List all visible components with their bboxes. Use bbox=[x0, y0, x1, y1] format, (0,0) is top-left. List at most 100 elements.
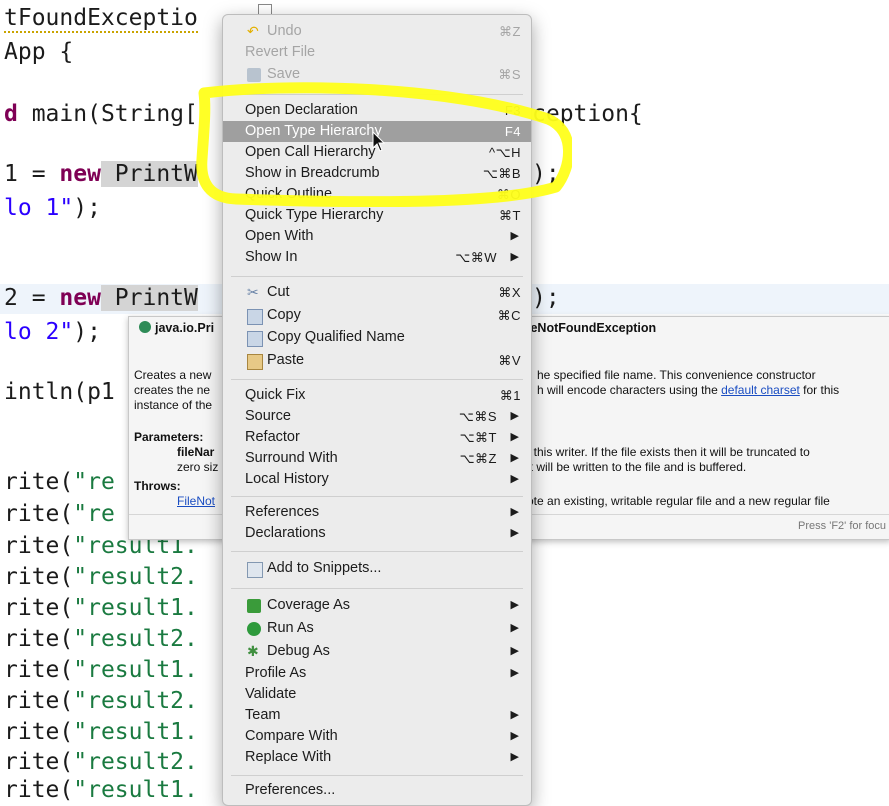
code-line: rite("result1. bbox=[4, 777, 198, 803]
focus-hint: Press 'F2' for focu bbox=[798, 520, 886, 532]
code-line: 2 = new PrintW bbox=[4, 285, 198, 311]
throws-desc-right: ote an existing, writable regular file a… bbox=[527, 494, 830, 508]
hover-desc: creates the ne bbox=[134, 383, 211, 397]
submenu-arrow-icon: ▶ bbox=[510, 473, 519, 485]
menu-item-open-with[interactable]: Open With ▶ bbox=[223, 226, 531, 247]
code-line-tail: ception{ bbox=[532, 101, 643, 127]
submenu-arrow-icon: ▶ bbox=[510, 410, 519, 422]
menu-item-preferences[interactable]: Preferences... bbox=[223, 780, 531, 801]
code-line: 1 = new PrintW bbox=[4, 161, 198, 187]
menu-item-cut[interactable]: ✂ Cut ⌘X bbox=[223, 282, 531, 303]
code-line: tFoundExceptio bbox=[4, 5, 198, 33]
submenu-arrow-icon: ▶ bbox=[510, 527, 519, 539]
copy-qualified-icon bbox=[247, 331, 263, 347]
menu-item-coverage-as[interactable]: Coverage As ▶ bbox=[223, 595, 531, 616]
menu-separator bbox=[231, 379, 523, 380]
param-desc: zero siz bbox=[177, 460, 219, 474]
menu-separator bbox=[231, 588, 523, 589]
mouse-cursor-icon bbox=[372, 131, 386, 152]
copy-icon bbox=[247, 309, 263, 325]
filenotfound-link[interactable]: FileNot bbox=[177, 494, 215, 508]
menu-item-run-as[interactable]: Run As ▶ bbox=[223, 618, 531, 639]
hover-desc: instance of the bbox=[134, 398, 213, 412]
code-line: rite("re bbox=[4, 501, 115, 527]
param-desc-right: it will be written to the file and is bu… bbox=[527, 460, 747, 474]
param-desc-right: f this writer. If the file exists then i… bbox=[527, 445, 810, 459]
code-line-tail: ); bbox=[532, 161, 560, 187]
submenu-arrow-icon: ▶ bbox=[510, 622, 519, 634]
code-line: rite("result1. bbox=[4, 719, 198, 745]
hover-desc: Creates a new bbox=[134, 368, 212, 382]
code-line: rite("result1. bbox=[4, 657, 198, 683]
menu-item-open-declaration[interactable]: Open Declaration F3 bbox=[223, 100, 531, 121]
menu-item-replace-with[interactable]: Replace With ▶ bbox=[223, 747, 531, 768]
submenu-arrow-icon: ▶ bbox=[510, 645, 519, 657]
code-line: rite("result2. bbox=[4, 564, 198, 590]
menu-item-team[interactable]: Team ▶ bbox=[223, 705, 531, 726]
submenu-arrow-icon: ▶ bbox=[510, 452, 519, 464]
submenu-arrow-icon: ▶ bbox=[510, 599, 519, 611]
params-label: Parameters: bbox=[134, 430, 204, 444]
submenu-arrow-icon: ▶ bbox=[510, 230, 519, 242]
constructor-icon bbox=[139, 321, 151, 333]
code-line: lo 2"); bbox=[4, 319, 101, 345]
submenu-arrow-icon: ▶ bbox=[510, 506, 519, 518]
code-line: rite("result2. bbox=[4, 749, 198, 775]
submenu-arrow-icon: ▶ bbox=[510, 667, 519, 679]
coverage-icon bbox=[247, 599, 261, 613]
menu-separator bbox=[231, 276, 523, 277]
menu-item-quick-type-hierarchy[interactable]: Quick Type Hierarchy ⌘T bbox=[223, 205, 531, 226]
menu-item-declarations[interactable]: Declarations ▶ bbox=[223, 523, 531, 544]
save-icon bbox=[247, 68, 261, 82]
menu-item-quick-outline[interactable]: Quick Outline ⌘O bbox=[223, 184, 531, 205]
menu-item-references[interactable]: References ▶ bbox=[223, 502, 531, 523]
snippet-icon bbox=[247, 562, 263, 578]
menu-item-add-to-snippets[interactable]: Add to Snippets... bbox=[223, 558, 531, 579]
scissors-icon: ✂ bbox=[247, 284, 259, 300]
menu-separator bbox=[231, 94, 523, 95]
submenu-arrow-icon: ▶ bbox=[510, 751, 519, 763]
submenu-arrow-icon: ▶ bbox=[510, 431, 519, 443]
menu-item-undo[interactable]: ↶ Undo ⌘Z bbox=[223, 21, 531, 42]
menu-item-copy[interactable]: Copy ⌘C bbox=[223, 305, 531, 326]
code-line: rite("result2. bbox=[4, 688, 198, 714]
hover-desc: h will encode characters using the defau… bbox=[537, 383, 840, 397]
bug-icon: ✱ bbox=[247, 643, 259, 659]
menu-item-revert-file[interactable]: Revert File bbox=[223, 42, 531, 63]
hover-desc: he specified file name. This convenience… bbox=[537, 368, 816, 382]
menu-item-surround-with[interactable]: Surround With ⌥⌘Z ▶ bbox=[223, 448, 531, 469]
menu-item-profile-as[interactable]: Profile As ▶ bbox=[223, 663, 531, 684]
code-line: lo 1"); bbox=[4, 195, 101, 221]
menu-item-refactor[interactable]: Refactor ⌥⌘T ▶ bbox=[223, 427, 531, 448]
menu-item-show-in[interactable]: Show In ⌥⌘W ▶ bbox=[223, 247, 531, 268]
menu-item-source[interactable]: Source ⌥⌘S ▶ bbox=[223, 406, 531, 427]
menu-separator bbox=[231, 496, 523, 497]
menu-item-show-in-breadcrumb[interactable]: Show in Breadcrumb ⌥⌘B bbox=[223, 163, 531, 184]
menu-separator bbox=[231, 551, 523, 552]
hover-title-right: leNotFoundException bbox=[527, 321, 657, 335]
throws-label: Throws: bbox=[134, 479, 181, 493]
default-charset-link[interactable]: default charset bbox=[721, 383, 800, 397]
menu-separator bbox=[231, 775, 523, 776]
menu-item-local-history[interactable]: Local History ▶ bbox=[223, 469, 531, 490]
code-line: rite("re bbox=[4, 469, 115, 495]
code-line: rite("result2. bbox=[4, 626, 198, 652]
menu-item-quick-fix[interactable]: Quick Fix ⌘1 bbox=[223, 385, 531, 406]
code-line: App { bbox=[4, 39, 74, 65]
submenu-arrow-icon: ▶ bbox=[510, 730, 519, 742]
code-line: d main(String[ bbox=[4, 101, 198, 127]
hover-title-left: java.io.Pri bbox=[155, 321, 215, 335]
code-line: intln(p1 bbox=[4, 379, 115, 405]
code-line-tail: ); bbox=[532, 285, 560, 311]
menu-item-copy-qualified-name[interactable]: Copy Qualified Name bbox=[223, 327, 531, 348]
submenu-arrow-icon: ▶ bbox=[510, 709, 519, 721]
run-icon bbox=[247, 622, 261, 636]
undo-icon: ↶ bbox=[247, 23, 259, 39]
menu-item-save[interactable]: Save ⌘S bbox=[223, 64, 531, 85]
menu-item-compare-with[interactable]: Compare With ▶ bbox=[223, 726, 531, 747]
menu-item-debug-as[interactable]: ✱ Debug As ▶ bbox=[223, 641, 531, 662]
code-line: rite("result1. bbox=[4, 595, 198, 621]
menu-item-validate[interactable]: Validate bbox=[223, 684, 531, 705]
menu-item-paste[interactable]: Paste ⌘V bbox=[223, 350, 531, 371]
submenu-arrow-icon: ▶ bbox=[510, 251, 519, 263]
